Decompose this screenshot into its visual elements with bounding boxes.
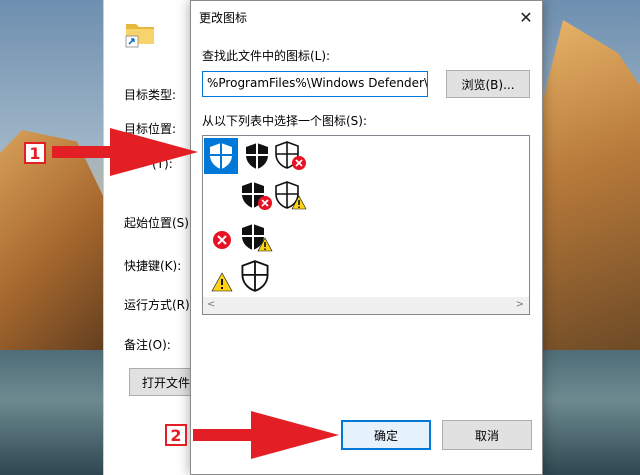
scroll-left-icon[interactable]: < <box>207 299 215 310</box>
horizontal-scrollbar[interactable]: < > <box>203 297 529 314</box>
icon-option-7[interactable] <box>240 220 274 256</box>
shortcut-folder-icon <box>125 24 154 48</box>
close-button[interactable]: ✕ <box>516 7 536 27</box>
target-type-label: 目标类型: <box>124 88 177 102</box>
icon-file-path-input[interactable]: %ProgramFiles%\Windows Defender\E <box>202 71 428 97</box>
dialog-title: 更改图标 <box>199 10 248 25</box>
shield-error-icon <box>275 141 306 170</box>
icon-option-6[interactable] <box>205 222 239 258</box>
close-icon: ✕ <box>519 7 533 27</box>
step-1-arrow-icon <box>52 128 198 176</box>
run-label: 运行方式(R): <box>124 298 194 312</box>
icon-list-label: 从以下列表中选择一个图标(S): <box>202 114 368 128</box>
shield-error-black-icon <box>242 182 272 210</box>
scroll-right-icon[interactable]: > <box>516 299 524 310</box>
shield-selected-icon <box>210 143 232 169</box>
icon-option-8[interactable] <box>205 264 239 300</box>
ok-button[interactable]: 确定 <box>341 420 431 450</box>
warning-icon <box>211 272 233 292</box>
step-1-badge: 1 <box>24 142 46 164</box>
shield-black-icon <box>246 143 268 169</box>
icon-option-2[interactable] <box>240 138 274 174</box>
cancel-button[interactable]: 取消 <box>442 420 532 450</box>
icon-list[interactable]: < > <box>202 135 530 315</box>
icon-option-9[interactable] <box>238 258 272 294</box>
shield-outline-icon <box>241 260 269 292</box>
icon-option-3[interactable] <box>274 138 308 174</box>
change-icon-dialog: 更改图标 ✕ 查找此文件中的图标(L): %ProgramFiles%\Wind… <box>190 0 543 475</box>
shield-warning-icon <box>275 181 307 210</box>
error-icon <box>213 231 231 249</box>
browse-button[interactable]: 浏览(B)... <box>446 70 530 98</box>
dialog-titlebar: 更改图标 <box>191 1 542 33</box>
step-2-badge: 2 <box>165 424 187 446</box>
icon-option-5[interactable] <box>274 178 308 214</box>
icon-option-4[interactable] <box>240 178 274 214</box>
step-2-arrow-icon <box>193 411 339 459</box>
icon-option-1[interactable] <box>204 138 238 174</box>
shield-warning-black-icon <box>242 224 273 252</box>
shortcut-key-label: 快捷键(K): <box>124 259 182 273</box>
search-file-label: 查找此文件中的图标(L): <box>202 49 331 63</box>
start-in-label: 起始位置(S): <box>124 216 194 230</box>
comment-label: 备注(O): <box>124 338 171 352</box>
